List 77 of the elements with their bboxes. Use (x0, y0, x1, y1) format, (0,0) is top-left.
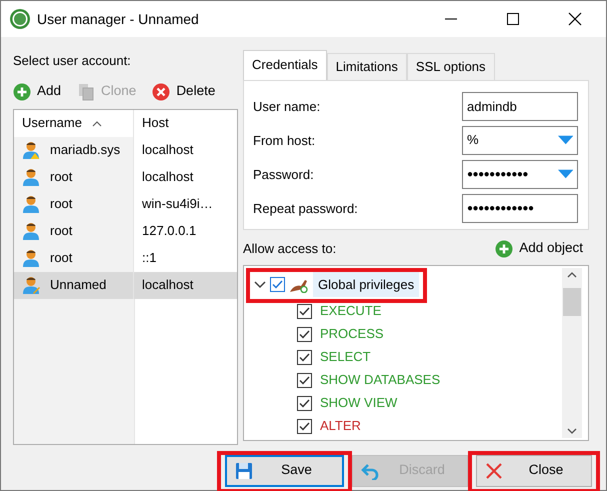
checkbox[interactable] (297, 396, 312, 410)
sort-ascending-icon (92, 120, 102, 126)
close-button[interactable]: Close (476, 454, 592, 486)
scroll-up-icon[interactable] (567, 272, 577, 278)
checkbox[interactable] (297, 350, 312, 364)
field-label: From host: (253, 132, 316, 150)
section-label: Select user account: (13, 52, 132, 70)
privilege-label[interactable]: SELECT (320, 347, 371, 367)
tab[interactable]: Limitations (326, 53, 407, 80)
table-cell-text: root (50, 222, 72, 240)
field-label: Repeat password: (253, 200, 358, 218)
check-icon (299, 376, 310, 384)
field-label: Password: (253, 166, 314, 184)
privilege-label[interactable]: SHOW VIEW (320, 393, 398, 413)
checkbox[interactable] (297, 372, 312, 388)
scroll-thumb[interactable] (563, 288, 581, 316)
delete-icon (152, 82, 170, 100)
privilege-label[interactable]: EXECUTE (320, 301, 382, 321)
table-cell-text: root (50, 168, 72, 186)
user-icon (22, 141, 40, 159)
plus-icon (13, 82, 31, 100)
dropdown-arrow-icon[interactable] (558, 169, 573, 179)
scrollbar[interactable] (562, 268, 582, 438)
table-cell-text: mariadb.sys (50, 141, 120, 160)
tab[interactable]: Credentials (243, 50, 327, 80)
check-icon (299, 306, 310, 316)
combo-box[interactable]: % (462, 126, 578, 154)
field-label: User name: (253, 98, 320, 116)
section-label: Allow access to: (243, 240, 336, 258)
scroll-down-icon[interactable] (567, 428, 577, 434)
check-icon (299, 330, 310, 338)
combo-box[interactable]: ●●●●●●●●●●● (462, 160, 578, 188)
check-icon (272, 280, 283, 289)
close-icon[interactable] (566, 11, 584, 27)
table-cell-text: localhost (142, 141, 194, 160)
tab[interactable]: SSL options (406, 53, 495, 80)
user-icon (22, 168, 40, 186)
save-button[interactable]: Save (225, 454, 344, 486)
dropdown-arrow-icon[interactable] (558, 135, 573, 145)
copy-icon (77, 82, 96, 100)
input-field[interactable]: ●●●●●●●●●●●● (462, 194, 578, 222)
app-logo-icon (9, 8, 31, 30)
check-icon (299, 352, 310, 362)
table-cell-text: 127.0.0.1 (142, 222, 196, 240)
window-title: User manager - Unnamed (37, 10, 200, 29)
maximize-icon[interactable] (504, 11, 522, 27)
table-cell-text: root (50, 249, 72, 268)
user-icon (22, 195, 40, 213)
add-object-button[interactable]: Add object (495, 238, 583, 259)
table-cell-text: root (50, 195, 72, 214)
checkbox[interactable] (297, 326, 312, 342)
privilege-label[interactable]: PROCESS (320, 324, 384, 344)
add-button[interactable]: Add (13, 78, 62, 104)
close-icon (485, 462, 503, 480)
privilege-label[interactable]: ALTER (320, 416, 361, 436)
privilege-label[interactable]: SHOW DATABASES (320, 370, 440, 390)
input-field[interactable]: admindb (462, 92, 578, 120)
plus-icon (495, 240, 514, 258)
table-cell-text: localhost (142, 168, 194, 186)
user-icon (22, 249, 40, 267)
user-icon (22, 276, 40, 294)
combo-value-field[interactable]: ●●●●●●●●●●● (467, 166, 558, 182)
table-cell-text: win-su4i9i… (142, 195, 213, 214)
user-icon (22, 222, 40, 240)
combo-value-field[interactable]: % (467, 130, 558, 150)
check-icon (299, 422, 310, 430)
table-cell-text: Unnamed (50, 276, 106, 294)
chevron-down-icon[interactable] (254, 280, 266, 290)
checkbox[interactable] (270, 277, 285, 292)
table-cell-text: localhost (142, 276, 194, 294)
undo-arrow-icon (361, 462, 379, 480)
checkbox[interactable] (297, 304, 312, 318)
tree-item-label[interactable]: Global privileges (313, 272, 420, 298)
checkbox[interactable] (297, 418, 312, 434)
delete-button[interactable]: Delete (152, 78, 216, 104)
check-icon (299, 398, 310, 408)
table-cell-text: ::1 (142, 249, 156, 268)
